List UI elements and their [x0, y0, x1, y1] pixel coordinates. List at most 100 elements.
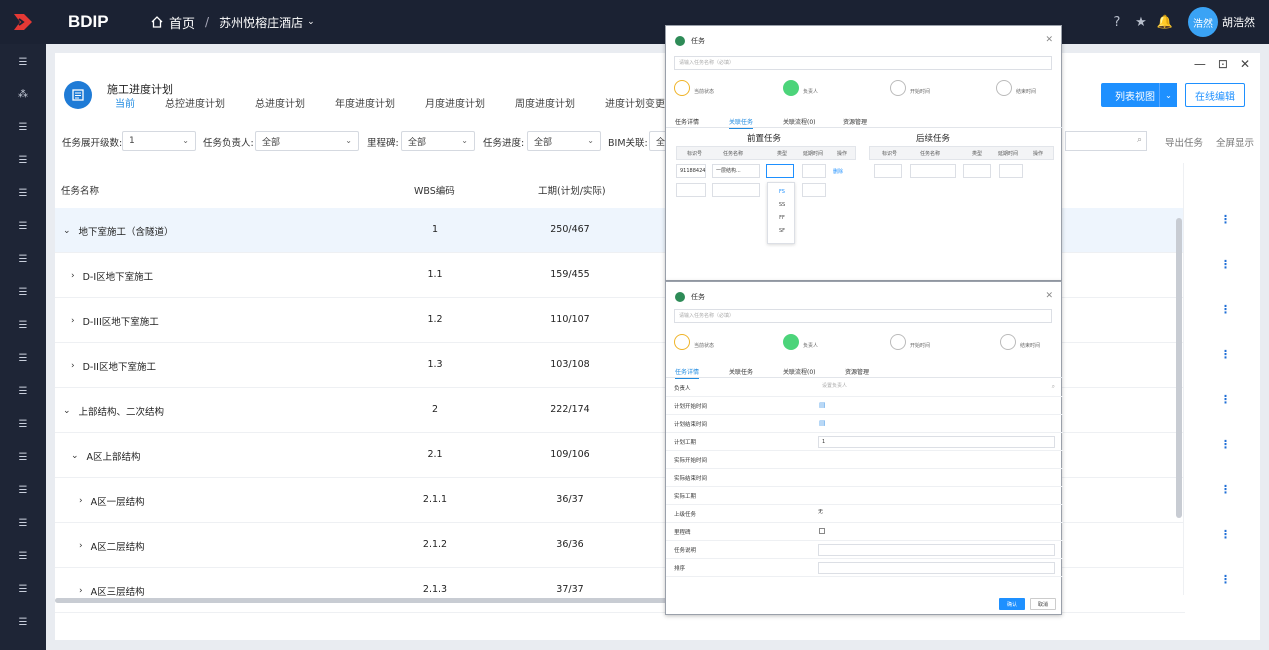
tab-overall[interactable]: 总进度计划: [255, 95, 305, 114]
post-id-cell[interactable]: [874, 164, 902, 178]
sidebar-list-icon[interactable]: ☰: [0, 249, 46, 269]
chevron-down-icon[interactable]: ⌄: [1159, 83, 1177, 107]
sidebar-list-icon[interactable]: ☰: [0, 546, 46, 566]
post-name-cell[interactable]: [910, 164, 956, 178]
tab-task-detail[interactable]: 任务详情: [675, 367, 700, 379]
pre-id-cell[interactable]: [676, 183, 706, 197]
expand-toggle-icon[interactable]: ›: [71, 316, 75, 326]
sidebar-list-icon[interactable]: ☰: [0, 348, 46, 368]
pre-type-input[interactable]: [766, 164, 794, 178]
type-option-ff[interactable]: FF: [768, 215, 796, 221]
close-icon[interactable]: ✕: [1240, 57, 1250, 71]
tab-related-process[interactable]: 关联流程(0): [783, 117, 816, 126]
cancel-button[interactable]: 取消: [1030, 598, 1056, 610]
pre-name-cell[interactable]: 一层结构...: [712, 164, 760, 178]
sidebar-list-icon[interactable]: ☰: [0, 216, 46, 236]
tab-master-control[interactable]: 总控进度计划: [165, 95, 225, 114]
close-icon[interactable]: ✕: [1045, 35, 1053, 45]
tab-monthly[interactable]: 月度进度计划: [425, 95, 485, 114]
pre-id-cell[interactable]: 91188424: [676, 164, 706, 178]
pre-delay-input[interactable]: [802, 164, 826, 178]
star-icon[interactable]: ★: [1134, 15, 1148, 30]
expand-toggle-icon[interactable]: ›: [71, 361, 75, 371]
milestone-checkbox[interactable]: [819, 528, 825, 534]
avatar[interactable]: 浩然: [1188, 7, 1218, 37]
sidebar-list-icon[interactable]: ☰: [0, 612, 46, 632]
sidebar-list-icon[interactable]: ☰: [0, 381, 46, 401]
sidebar-list-icon[interactable]: ☰: [0, 315, 46, 335]
milestone-select[interactable]: 全部 ⌄: [401, 131, 475, 151]
menu-toggle-icon[interactable]: ☰: [0, 52, 46, 72]
sidebar-list-icon[interactable]: ☰: [0, 150, 46, 170]
pre-delay-input[interactable]: [802, 183, 826, 197]
more-icon[interactable]: ⋮: [1220, 348, 1231, 361]
expand-toggle-icon[interactable]: ⌄: [63, 406, 71, 416]
tab-annual[interactable]: 年度进度计划: [335, 95, 395, 114]
expand-toggle-icon[interactable]: ⌄: [71, 451, 79, 461]
confirm-button[interactable]: 确认: [999, 598, 1025, 610]
type-option-sf[interactable]: SF: [768, 228, 796, 234]
expand-toggle-icon[interactable]: ›: [79, 496, 83, 506]
tab-related-process[interactable]: 关联流程(0): [783, 367, 816, 376]
post-type-input[interactable]: [963, 164, 991, 178]
online-edit-button[interactable]: 在线编辑: [1185, 83, 1245, 107]
user-name[interactable]: 胡浩然: [1222, 14, 1255, 30]
sidebar-list-icon[interactable]: ☰: [0, 480, 46, 500]
expand-toggle-icon[interactable]: ›: [71, 271, 75, 281]
calendar-icon[interactable]: ▤: [819, 401, 826, 409]
tab-related-tasks[interactable]: 关联任务: [729, 367, 753, 376]
tab-weekly[interactable]: 周度进度计划: [515, 95, 575, 114]
more-icon[interactable]: ⋮: [1220, 438, 1231, 451]
level-select[interactable]: 1 ⌄: [122, 131, 196, 151]
close-icon[interactable]: ✕: [1045, 291, 1053, 301]
app-logo-icon[interactable]: [0, 0, 46, 44]
delete-link[interactable]: 删除: [833, 168, 843, 175]
sidebar-list-icon[interactable]: ☰: [0, 117, 46, 137]
tab-resources[interactable]: 资源管理: [845, 367, 869, 376]
fullscreen-button[interactable]: 全屏显示: [1216, 135, 1254, 149]
minimize-icon[interactable]: —: [1194, 57, 1206, 71]
more-icon[interactable]: ⋮: [1220, 573, 1231, 586]
task-name-input[interactable]: 请输入任务名称（必填）: [674, 309, 1052, 323]
modules-icon[interactable]: ⁂: [0, 84, 46, 104]
sidebar-list-icon[interactable]: ☰: [0, 513, 46, 533]
more-icon[interactable]: ⋮: [1220, 528, 1231, 541]
type-option-ss[interactable]: SS: [768, 202, 796, 208]
bell-icon[interactable]: 🔔: [1157, 15, 1173, 30]
expand-toggle-icon[interactable]: ›: [79, 586, 83, 596]
plan-duration-input[interactable]: 1: [818, 436, 1055, 448]
type-option-fs[interactable]: FS: [768, 189, 796, 195]
task-name-input[interactable]: 请输入任务名称（必填）: [674, 56, 1052, 70]
more-icon[interactable]: ⋮: [1220, 258, 1231, 271]
expand-toggle-icon[interactable]: ›: [79, 541, 83, 551]
horizontal-scrollbar[interactable]: [55, 598, 695, 603]
pre-name-cell[interactable]: [712, 183, 760, 197]
more-icon[interactable]: ⋮: [1220, 213, 1231, 226]
home-link[interactable]: 首页: [150, 13, 195, 32]
expand-toggle-icon[interactable]: ⌄: [63, 226, 71, 236]
order-input[interactable]: [818, 562, 1055, 574]
sidebar-list-icon[interactable]: ☰: [0, 414, 46, 434]
description-input[interactable]: [818, 544, 1055, 556]
tab-current[interactable]: 当前: [115, 95, 135, 114]
export-task-button[interactable]: 导出任务: [1165, 135, 1203, 149]
fit-icon[interactable]: ⊡: [1218, 57, 1228, 71]
calendar-icon[interactable]: ▤: [819, 419, 826, 427]
more-icon[interactable]: ⋮: [1220, 483, 1231, 496]
tab-resources[interactable]: 资源管理: [843, 117, 867, 126]
more-icon[interactable]: ⋮: [1220, 303, 1231, 316]
sidebar-list-icon[interactable]: ☰: [0, 282, 46, 302]
owner-select[interactable]: 全部 ⌄: [255, 131, 359, 151]
sidebar-list-icon[interactable]: ☰: [0, 447, 46, 467]
help-icon[interactable]: ?: [1110, 15, 1124, 30]
owner-input[interactable]: 设置负责人: [818, 382, 1055, 394]
vertical-scrollbar[interactable]: [1176, 218, 1182, 518]
tab-task-detail[interactable]: 任务详情: [675, 117, 699, 126]
sidebar-list-icon[interactable]: ☰: [0, 183, 46, 203]
more-icon[interactable]: ⋮: [1220, 393, 1231, 406]
sidebar-list-icon[interactable]: ☰: [0, 579, 46, 599]
progress-select[interactable]: 全部 ⌄: [527, 131, 601, 151]
search-input[interactable]: ⌕: [1065, 131, 1147, 151]
post-delay-input[interactable]: [999, 164, 1023, 178]
tab-plan-change[interactable]: 进度计划变更: [605, 95, 665, 114]
